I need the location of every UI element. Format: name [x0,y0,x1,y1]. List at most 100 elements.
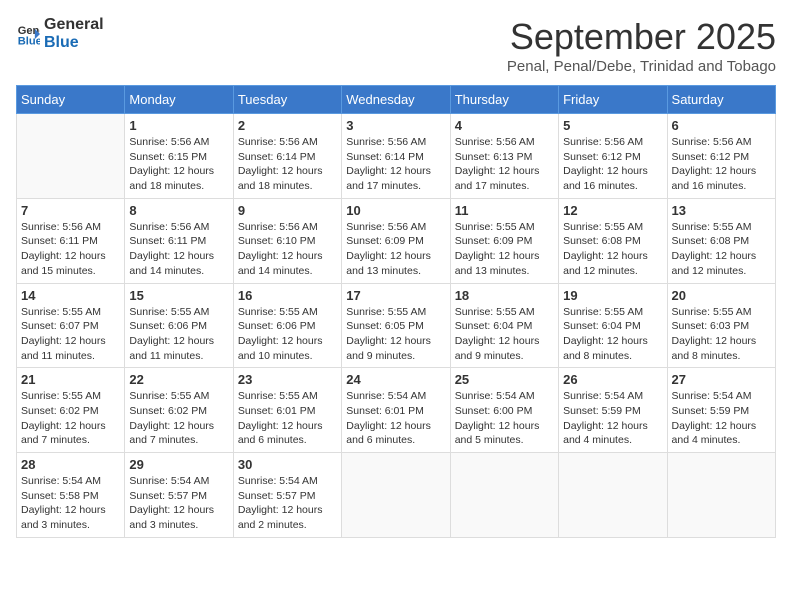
calendar-cell: 6Sunrise: 5:56 AM Sunset: 6:12 PM Daylig… [667,114,775,199]
calendar-cell: 1 Sunrise: 5:56 AM Sunset: 6:15 PM Daylig… [125,114,233,199]
calendar-cell: 28Sunrise: 5:54 AM Sunset: 5:58 PM Dayli… [17,453,125,538]
calendar-cell: 15Sunrise: 5:55 AM Sunset: 6:06 PM Dayli… [125,283,233,368]
day-info: Sunrise: 5:55 AM Sunset: 6:02 PM Dayligh… [129,389,228,448]
day-number: 30 [238,457,337,472]
day-number: 21 [21,372,120,387]
day-info: Sunrise: 5:55 AM Sunset: 6:04 PM Dayligh… [455,305,554,364]
calendar-cell: 8 Sunrise: 5:56 AM Sunset: 6:11 PM Daylig… [125,198,233,283]
day-info: Sunrise: 5:54 AM Sunset: 5:59 PM Dayligh… [563,389,662,448]
day-info: Sunrise: 5:54 AM Sunset: 5:59 PM Dayligh… [672,389,771,448]
day-number: 5 [563,118,662,133]
day-number: 6 [672,118,771,133]
calendar-cell [667,453,775,538]
day-number: 8 [129,203,228,218]
day-number: 20 [672,288,771,303]
calendar-week-3: 14 Sunrise: 5:55 AM Sunset: 6:07 PM Dayli… [17,283,776,368]
day-info: Sunrise: 5:56 AM Sunset: 6:14 PM Dayligh… [238,135,337,194]
day-info: Sunrise: 5:55 AM Sunset: 6:03 PM Dayligh… [672,305,771,364]
day-header-saturday: Saturday [667,86,775,114]
day-number: 15 [129,288,228,303]
day-header-monday: Monday [125,86,233,114]
month-title: September 2025 [507,16,776,58]
day-header-thursday: Thursday [450,86,558,114]
day-number: 10 [346,203,445,218]
day-info: Sunrise: 5:56 AM Sunset: 6:15 PM Dayligh… [129,135,228,194]
day-number: 29 [129,457,228,472]
day-info: Sunrise: 5:55 AM Sunset: 6:04 PM Dayligh… [563,305,662,364]
day-info: Sunrise: 5:55 AM Sunset: 6:09 PM Dayligh… [455,220,554,279]
day-info: Sunrise: 5:55 AM Sunset: 6:02 PM Dayligh… [21,389,120,448]
day-info: Sunrise: 5:54 AM Sunset: 5:57 PM Dayligh… [129,474,228,533]
day-header-tuesday: Tuesday [233,86,341,114]
day-info: Sunrise: 5:56 AM Sunset: 6:14 PM Dayligh… [346,135,445,194]
calendar-cell: 5 Sunrise: 5:56 AM Sunset: 6:12 PM Daylig… [559,114,667,199]
calendar-cell: 20 Sunrise: 5:55 AM Sunset: 6:03 PM Dayli… [667,283,775,368]
day-number: 1 [129,118,228,133]
day-info: Sunrise: 5:56 AM Sunset: 6:11 PM Dayligh… [21,220,120,279]
calendar-cell: 29 Sunrise: 5:54 AM Sunset: 5:57 PM Dayli… [125,453,233,538]
calendar-cell [559,453,667,538]
calendar-cell: 2 Sunrise: 5:56 AM Sunset: 6:14 PM Daylig… [233,114,341,199]
day-number: 27 [672,372,771,387]
day-info: Sunrise: 5:56 AM Sunset: 6:11 PM Dayligh… [129,220,228,279]
day-info: Sunrise: 5:54 AM Sunset: 6:00 PM Dayligh… [455,389,554,448]
page-header: General Blue General Blue September 2025… [16,16,776,75]
calendar-cell: 30 Sunrise: 5:54 AM Sunset: 5:57 PM Dayli… [233,453,341,538]
calendar-cell [450,453,558,538]
day-number: 23 [238,372,337,387]
title-area: September 2025 Penal, Penal/Debe, Trinid… [507,16,776,75]
day-number: 13 [672,203,771,218]
day-info: Sunrise: 5:56 AM Sunset: 6:13 PM Dayligh… [455,135,554,194]
logo: General Blue General Blue [16,16,104,51]
day-info: Sunrise: 5:55 AM Sunset: 6:01 PM Dayligh… [238,389,337,448]
calendar-cell: 23 Sunrise: 5:55 AM Sunset: 6:01 PM Dayli… [233,368,341,453]
day-number: 18 [455,288,554,303]
calendar-cell: 19 Sunrise: 5:55 AM Sunset: 6:04 PM Dayli… [559,283,667,368]
day-number: 4 [455,118,554,133]
logo-general: General [44,16,104,34]
calendar-cell: 16 Sunrise: 5:55 AM Sunset: 6:06 PM Dayli… [233,283,341,368]
day-number: 9 [238,203,337,218]
day-info: Sunrise: 5:54 AM Sunset: 5:58 PM Dayligh… [21,474,120,533]
calendar-cell: 24 Sunrise: 5:54 AM Sunset: 6:01 PM Dayli… [342,368,450,453]
calendar-week-2: 7 Sunrise: 5:56 AM Sunset: 6:11 PM Daylig… [17,198,776,283]
calendar-cell: 14 Sunrise: 5:55 AM Sunset: 6:07 PM Dayli… [17,283,125,368]
day-info: Sunrise: 5:54 AM Sunset: 6:01 PM Dayligh… [346,389,445,448]
calendar-week-1: 1 Sunrise: 5:56 AM Sunset: 6:15 PM Daylig… [17,114,776,199]
day-info: Sunrise: 5:55 AM Sunset: 6:07 PM Dayligh… [21,305,120,364]
calendar-cell: 25 Sunrise: 5:54 AM Sunset: 6:00 PM Dayli… [450,368,558,453]
day-number: 17 [346,288,445,303]
day-number: 19 [563,288,662,303]
calendar-cell: 27 Sunrise: 5:54 AM Sunset: 5:59 PM Dayli… [667,368,775,453]
logo-icon: General Blue [16,22,40,46]
day-number: 16 [238,288,337,303]
day-number: 7 [21,203,120,218]
calendar-table: SundayMondayTuesdayWednesdayThursdayFrid… [16,85,776,538]
day-number: 11 [455,203,554,218]
day-info: Sunrise: 5:55 AM Sunset: 6:06 PM Dayligh… [238,305,337,364]
day-number: 24 [346,372,445,387]
day-number: 25 [455,372,554,387]
calendar-cell: 12 Sunrise: 5:55 AM Sunset: 6:08 PM Dayli… [559,198,667,283]
calendar-cell: 4 Sunrise: 5:56 AM Sunset: 6:13 PM Daylig… [450,114,558,199]
calendar-header-row: SundayMondayTuesdayWednesdayThursdayFrid… [17,86,776,114]
calendar-cell [17,114,125,199]
day-number: 2 [238,118,337,133]
day-number: 12 [563,203,662,218]
day-info: Sunrise: 5:55 AM Sunset: 6:05 PM Dayligh… [346,305,445,364]
calendar-cell: 17 Sunrise: 5:55 AM Sunset: 6:05 PM Dayli… [342,283,450,368]
calendar-week-4: 21 Sunrise: 5:55 AM Sunset: 6:02 PM Dayli… [17,368,776,453]
day-number: 26 [563,372,662,387]
calendar-cell: 22Sunrise: 5:55 AM Sunset: 6:02 PM Dayli… [125,368,233,453]
day-header-sunday: Sunday [17,86,125,114]
day-info: Sunrise: 5:54 AM Sunset: 5:57 PM Dayligh… [238,474,337,533]
day-header-friday: Friday [559,86,667,114]
calendar-cell: 11 Sunrise: 5:55 AM Sunset: 6:09 PM Dayli… [450,198,558,283]
day-header-wednesday: Wednesday [342,86,450,114]
day-info: Sunrise: 5:56 AM Sunset: 6:12 PM Dayligh… [563,135,662,194]
calendar-cell: 7 Sunrise: 5:56 AM Sunset: 6:11 PM Daylig… [17,198,125,283]
day-info: Sunrise: 5:55 AM Sunset: 6:08 PM Dayligh… [563,220,662,279]
day-number: 14 [21,288,120,303]
calendar-cell: 9Sunrise: 5:56 AM Sunset: 6:10 PM Daylig… [233,198,341,283]
calendar-cell: 21 Sunrise: 5:55 AM Sunset: 6:02 PM Dayli… [17,368,125,453]
